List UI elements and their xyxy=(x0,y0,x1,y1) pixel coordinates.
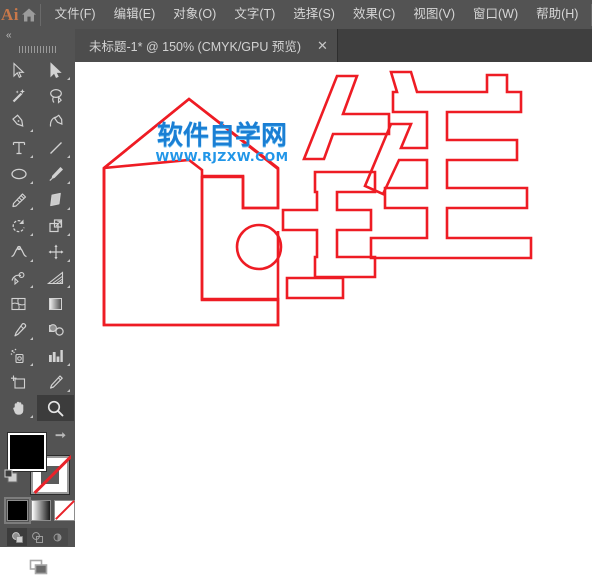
color-swatch[interactable] xyxy=(4,497,31,524)
tool-flyout-indicator xyxy=(67,233,70,236)
artwork-vector-paths[interactable] xyxy=(75,62,592,547)
direct-selection-tool[interactable] xyxy=(37,57,74,83)
document-tab[interactable]: 未标题-1* @ 150% (CMYK/GPU 预览) ✕ xyxy=(75,29,338,62)
menu-view[interactable]: 视图(V) xyxy=(404,0,464,29)
menu-object[interactable]: 对象(O) xyxy=(164,0,225,29)
gradient-swatch[interactable] xyxy=(30,500,52,521)
gradient-tool[interactable] xyxy=(37,291,74,317)
eraser-tool[interactable] xyxy=(37,187,74,213)
type-tool[interactable] xyxy=(0,135,37,161)
tools-panel: « xyxy=(0,29,76,575)
fill-stroke-block xyxy=(0,427,75,497)
rotate-tool[interactable] xyxy=(0,213,37,239)
tool-grid xyxy=(0,57,75,421)
tool-flyout-indicator xyxy=(67,363,70,366)
shaper-tool[interactable] xyxy=(0,187,37,213)
glyph-zi-house xyxy=(102,97,280,327)
eyedropper-tool[interactable] xyxy=(0,317,37,343)
slice-tool[interactable] xyxy=(37,369,74,395)
menu-file[interactable]: 文件(F) xyxy=(46,0,105,29)
lasso-tool[interactable] xyxy=(37,83,74,109)
home-icon[interactable] xyxy=(20,0,38,29)
glyph-lian-strokes xyxy=(281,70,533,300)
tool-flyout-indicator xyxy=(30,259,33,262)
paintbrush-tool[interactable] xyxy=(37,161,74,187)
draw-inside-mode[interactable] xyxy=(47,528,67,546)
tool-flyout-indicator xyxy=(67,155,70,158)
symbol-sprayer-tool[interactable] xyxy=(0,343,37,369)
ellipse-tool[interactable] xyxy=(0,161,37,187)
tools-panel-drag-handle[interactable] xyxy=(0,43,75,56)
draw-normal-mode[interactable] xyxy=(7,528,27,546)
drawing-modes xyxy=(7,528,68,546)
menu-effect[interactable]: 效果(C) xyxy=(344,0,404,29)
blend-tool[interactable] xyxy=(37,317,74,343)
tool-flyout-indicator xyxy=(30,155,33,158)
line-segment-tool[interactable] xyxy=(37,135,74,161)
illustrator-window: Ai 文件(F) 编辑(E) 对象(O) 文字(T) 选择(S) 效果(C) 视… xyxy=(0,0,592,575)
collapse-panel-icon[interactable]: « xyxy=(6,30,11,42)
selection-tool[interactable] xyxy=(0,57,37,83)
glyph-zi-house-outline xyxy=(102,97,283,327)
tool-flyout-indicator xyxy=(30,207,33,210)
pen-tool[interactable] xyxy=(0,109,37,135)
tool-flyout-indicator xyxy=(30,129,33,132)
tool-flyout-indicator xyxy=(67,389,70,392)
tool-flyout-indicator xyxy=(30,285,33,288)
none-swatch[interactable] xyxy=(54,500,76,521)
width-tool[interactable] xyxy=(0,239,37,265)
menu-item-list: 文件(F) 编辑(E) 对象(O) 文字(T) 选择(S) 效果(C) 视图(V… xyxy=(46,0,588,29)
curvature-tool[interactable] xyxy=(37,109,74,135)
draw-behind-mode[interactable] xyxy=(27,528,47,546)
tool-flyout-indicator xyxy=(30,181,33,184)
close-icon[interactable]: ✕ xyxy=(317,39,328,52)
tools-panel-header: « xyxy=(0,29,75,43)
perspective-grid-tool[interactable] xyxy=(37,265,74,291)
screen-mode-button[interactable] xyxy=(0,557,75,579)
tool-flyout-indicator xyxy=(67,259,70,262)
menu-edit[interactable]: 编辑(E) xyxy=(105,0,165,29)
menu-bar: Ai 文件(F) 编辑(E) 对象(O) 文字(T) 选择(S) 效果(C) 视… xyxy=(0,0,592,29)
tool-flyout-indicator xyxy=(30,363,33,366)
tool-flyout-indicator xyxy=(30,337,33,340)
menu-help[interactable]: 帮助(H) xyxy=(527,0,587,29)
free-transform-tool[interactable] xyxy=(37,239,74,265)
column-graph-tool[interactable] xyxy=(37,343,74,369)
menu-window[interactable]: 窗口(W) xyxy=(464,0,527,29)
tool-flyout-indicator xyxy=(30,415,33,418)
tool-flyout-indicator xyxy=(67,207,70,210)
default-fill-stroke-icon[interactable] xyxy=(4,469,19,489)
fill-swatch[interactable] xyxy=(8,433,46,471)
swap-fill-stroke-icon[interactable] xyxy=(55,429,69,445)
zoom-tool[interactable] xyxy=(37,395,74,421)
menu-divider xyxy=(40,3,41,26)
tool-flyout-indicator xyxy=(67,77,70,80)
menu-select[interactable]: 选择(S) xyxy=(284,0,344,29)
scale-tool[interactable] xyxy=(37,213,74,239)
magic-wand-tool[interactable] xyxy=(0,83,37,109)
ai-logo-icon: Ai xyxy=(1,4,20,24)
tool-flyout-indicator xyxy=(30,233,33,236)
document-tab-bar: 未标题-1* @ 150% (CMYK/GPU 预览) ✕ xyxy=(75,29,592,62)
tool-flyout-indicator xyxy=(67,285,70,288)
document-canvas[interactable]: 软件自学网 WWW.RJZXW.COM xyxy=(75,62,592,547)
mesh-tool[interactable] xyxy=(0,291,37,317)
shape-builder-tool[interactable] xyxy=(0,265,37,291)
tool-flyout-indicator xyxy=(67,181,70,184)
document-tab-title: 未标题-1* @ 150% (CMYK/GPU 预览) xyxy=(89,40,302,54)
color-mode-swatches xyxy=(0,497,76,524)
artboard-tool[interactable] xyxy=(0,369,37,395)
menu-type[interactable]: 文字(T) xyxy=(225,0,284,29)
hand-tool[interactable] xyxy=(0,395,37,421)
